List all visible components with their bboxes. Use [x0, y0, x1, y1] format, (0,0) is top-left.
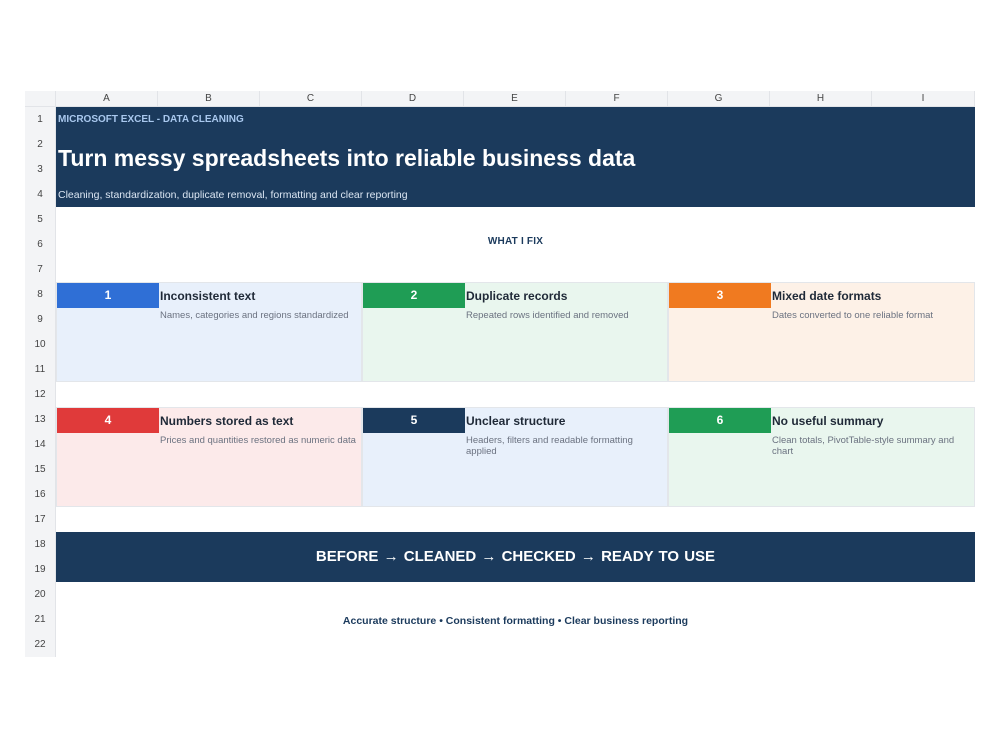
card-title: Mixed date formats	[772, 289, 882, 303]
card-description: Dates converted to one reliable format	[772, 310, 934, 321]
row-header-11[interactable]: 11	[25, 357, 56, 382]
card-title: Duplicate records	[466, 289, 568, 303]
section-title: WHAT I FIX	[487, 236, 544, 247]
column-header-h[interactable]: H	[770, 91, 872, 107]
page-subtitle: Cleaning, standardization, duplicate rem…	[58, 189, 408, 201]
card-unclear-structure[interactable]: 5 Unclear structure Headers, filters and…	[362, 407, 668, 507]
card-title: Inconsistent text	[160, 289, 256, 303]
card-description: Headers, filters and readable formatting…	[466, 435, 633, 457]
row-header-20[interactable]: 20	[25, 582, 56, 607]
row-header-6[interactable]: 6	[25, 232, 56, 257]
column-header-f[interactable]: F	[566, 91, 668, 107]
card-number-badge: 5	[363, 408, 465, 433]
card-title: No useful summary	[772, 414, 884, 428]
card-description: Names, categories and regions standardiz…	[160, 310, 349, 321]
column-header-g[interactable]: G	[668, 91, 770, 107]
card-description: Repeated rows identified and removed	[466, 310, 629, 321]
card-number-badge: 4	[57, 408, 159, 433]
card-number-badge: 1	[57, 283, 159, 308]
card-no-useful-summary[interactable]: 6 No useful summary Clean totals, PivotT…	[668, 407, 975, 507]
eyebrow-label: MICROSOFT EXCEL - DATA CLEANING	[58, 114, 244, 125]
row-header-14[interactable]: 14	[25, 432, 56, 457]
row-header-10[interactable]: 10	[25, 332, 56, 357]
row-header-17[interactable]: 17	[25, 507, 56, 532]
row-header-9[interactable]: 9	[25, 307, 56, 332]
card-mixed-date-formats[interactable]: 3 Mixed date formats Dates converted to …	[668, 282, 975, 382]
card-inconsistent-text[interactable]: 1 Inconsistent text Names, categories an…	[56, 282, 362, 382]
row-header-3[interactable]: 3	[25, 157, 56, 182]
process-banner[interactable]: BEFORE → CLEANED → CHECKED → READY TO US…	[56, 532, 975, 582]
column-header-e[interactable]: E	[464, 91, 566, 107]
row-header-21[interactable]: 21	[25, 607, 56, 632]
spreadsheet-grid: A B C D E F G H I 1 2 3 4 5 6 7 8 9 10 1…	[25, 91, 975, 659]
page-title: Turn messy spreadsheets into reliable bu…	[58, 145, 636, 171]
card-description: Prices and quantities restored as numeri…	[160, 435, 356, 446]
column-header-c[interactable]: C	[260, 91, 362, 107]
row-header-18[interactable]: 18	[25, 532, 56, 557]
row-header-5[interactable]: 5	[25, 207, 56, 232]
row-header-2[interactable]: 2	[25, 132, 56, 157]
column-header-d[interactable]: D	[362, 91, 464, 107]
card-number-badge: 3	[669, 283, 771, 308]
card-numbers-stored-as-text[interactable]: 4 Numbers stored as text Prices and quan…	[56, 407, 362, 507]
row-header-1[interactable]: 1	[25, 107, 56, 132]
row-header-22[interactable]: 22	[25, 632, 56, 657]
card-number-badge: 2	[363, 283, 465, 308]
card-title: Unclear structure	[466, 414, 566, 428]
row-header-12[interactable]: 12	[25, 382, 56, 407]
select-all-corner[interactable]	[25, 91, 56, 107]
card-description: Clean totals, PivotTable-style summary a…	[772, 435, 955, 457]
row-header-7[interactable]: 7	[25, 257, 56, 282]
tagline: Accurate structure • Consistent formatti…	[342, 615, 689, 627]
row-header-4[interactable]: 4	[25, 182, 56, 207]
row-header-13[interactable]: 13	[25, 407, 56, 432]
row-header-19[interactable]: 19	[25, 557, 56, 582]
card-duplicate-records[interactable]: 2 Duplicate records Repeated rows identi…	[362, 282, 668, 382]
column-header-a[interactable]: A	[56, 91, 158, 107]
row-header-8[interactable]: 8	[25, 282, 56, 307]
column-header-i[interactable]: I	[872, 91, 975, 107]
row-header-16[interactable]: 16	[25, 482, 56, 507]
card-number-badge: 6	[669, 408, 771, 433]
card-title: Numbers stored as text	[160, 414, 294, 428]
column-header-b[interactable]: B	[158, 91, 260, 107]
row-header-15[interactable]: 15	[25, 457, 56, 482]
